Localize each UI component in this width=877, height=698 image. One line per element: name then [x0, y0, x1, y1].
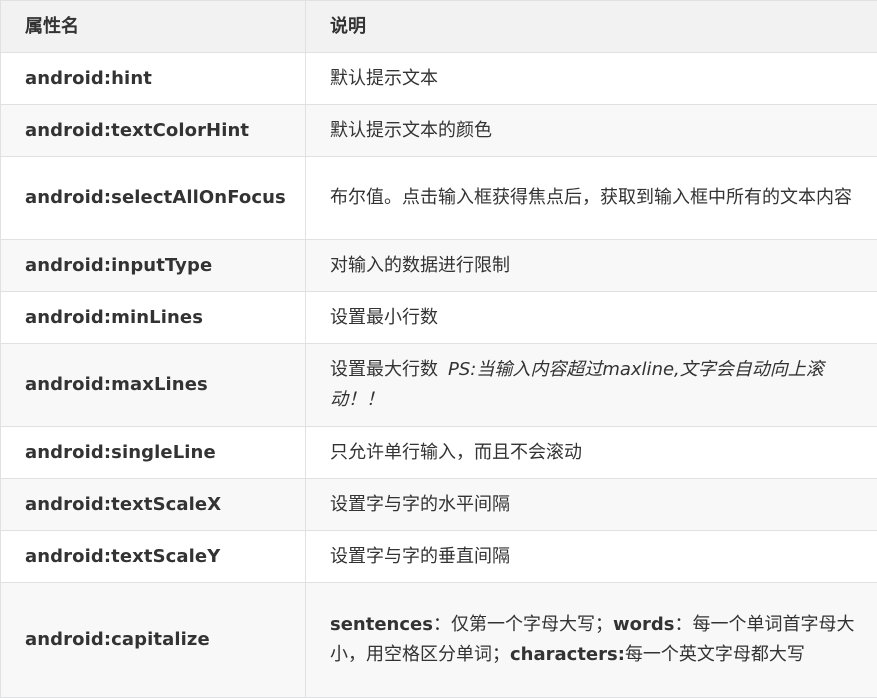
- description-cell: 默认提示文本: [306, 53, 877, 105]
- keyword-characters: characters:: [510, 644, 625, 665]
- table-row: android:textScaleX 设置字与字的水平间隔: [1, 479, 877, 531]
- header-attribute-name: 属性名: [1, 1, 306, 53]
- table-row: android:textColorHint 默认提示文本的颜色: [1, 105, 877, 157]
- keyword-words: words: [613, 614, 674, 635]
- description-text: ：仅第一个字母大写；: [433, 614, 613, 635]
- keyword-sentences: sentences: [330, 614, 433, 635]
- attribute-name-cell: android:textScaleX: [1, 479, 306, 531]
- description-cell: 布尔值。点击输入框获得焦点后，获取到输入框中所有的文本内容: [306, 157, 877, 240]
- attribute-name-cell: android:hint: [1, 53, 306, 105]
- header-description: 说明: [306, 1, 877, 53]
- table-row: android:minLines 设置最小行数: [1, 292, 877, 344]
- description-cell: 设置最大行数PS:当输入内容超过maxline,文字会自动向上滚动！！: [306, 344, 877, 427]
- description-cell: sentences：仅第一个字母大写；words：每一个单词首字母大小，用空格区…: [306, 583, 877, 698]
- description-cell: 默认提示文本的颜色: [306, 105, 877, 157]
- description-cell: 对输入的数据进行限制: [306, 240, 877, 292]
- attribute-name-cell: android:maxLines: [1, 344, 306, 427]
- table-row: android:textScaleY 设置字与字的垂直间隔: [1, 531, 877, 583]
- attribute-name-cell: android:textColorHint: [1, 105, 306, 157]
- attribute-name-cell: android:minLines: [1, 292, 306, 344]
- attribute-name-cell: android:selectAllOnFocus: [1, 157, 306, 240]
- table-row: android:inputType 对输入的数据进行限制: [1, 240, 877, 292]
- table-header-row: 属性名 说明: [1, 1, 877, 53]
- description-cell: 设置字与字的垂直间隔: [306, 531, 877, 583]
- table-row: android:capitalize sentences：仅第一个字母大写；wo…: [1, 583, 877, 698]
- attribute-name-cell: android:inputType: [1, 240, 306, 292]
- table-row: android:selectAllOnFocus 布尔值。点击输入框获得焦点后，…: [1, 157, 877, 240]
- attribute-name-cell: android:textScaleY: [1, 531, 306, 583]
- description-cell: 设置最小行数: [306, 292, 877, 344]
- table-row: android:singleLine 只允许单行输入，而且不会滚动: [1, 427, 877, 479]
- attribute-name-cell: android:singleLine: [1, 427, 306, 479]
- attributes-table: 属性名 说明 android:hint 默认提示文本 android:textC…: [0, 0, 877, 698]
- description-cell: 只允许单行输入，而且不会滚动: [306, 427, 877, 479]
- table-row: android:hint 默认提示文本: [1, 53, 877, 105]
- description-text: 每一个英文字母都大写: [625, 644, 805, 665]
- description-text: 设置最大行数: [330, 359, 438, 380]
- table-row: android:maxLines 设置最大行数PS:当输入内容超过maxline…: [1, 344, 877, 427]
- attribute-name-cell: android:capitalize: [1, 583, 306, 698]
- description-cell: 设置字与字的水平间隔: [306, 479, 877, 531]
